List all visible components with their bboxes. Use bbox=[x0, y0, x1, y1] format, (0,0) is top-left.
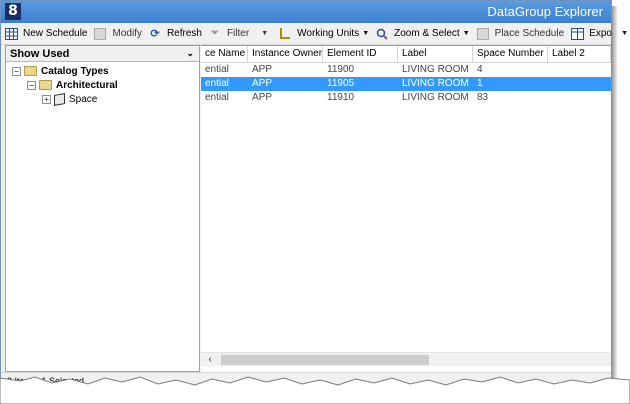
cell-element-id: 11905 bbox=[327, 78, 355, 89]
column-header-label[interactable]: Label bbox=[398, 46, 473, 62]
table-row-selected[interactable]: ential APP 11905 LIVING ROOM 1 bbox=[201, 77, 611, 91]
cell-element-id: 11910 bbox=[327, 92, 355, 103]
cell-label-2 bbox=[548, 91, 611, 105]
chevron-down-icon: ⌄ bbox=[186, 48, 194, 58]
export-icon bbox=[570, 27, 584, 41]
folder-icon bbox=[39, 80, 52, 90]
app-logo-icon[interactable]: 8 bbox=[5, 3, 21, 20]
refresh-button[interactable]: ⟳ Refresh bbox=[145, 24, 205, 44]
tree-node-architectural[interactable]: − Architectural bbox=[6, 78, 199, 92]
expand-icon[interactable]: + bbox=[42, 94, 51, 104]
refresh-icon: ⟳ bbox=[150, 28, 160, 40]
horizontal-scrollbar[interactable]: ‹ bbox=[201, 352, 611, 366]
show-used-dropdown[interactable]: Show Used ⌄ bbox=[6, 46, 199, 62]
grid-header: ce Name Instance Owner Element ID Label … bbox=[201, 46, 611, 63]
cell-space-name: ential bbox=[205, 92, 229, 103]
tree-node-catalog-types[interactable]: − Catalog Types bbox=[6, 64, 199, 78]
cell-element-id: 11900 bbox=[327, 64, 355, 75]
catalog-tree: − Catalog Types − Architectural + Space bbox=[6, 62, 199, 106]
cell-label: LIVING ROOM bbox=[402, 78, 469, 89]
cell-instance-owner: APP bbox=[252, 78, 273, 89]
cell-instance-owner: APP bbox=[252, 92, 273, 103]
working-units-label: Working Units bbox=[297, 28, 360, 39]
scroll-left-icon[interactable]: ‹ bbox=[203, 353, 217, 367]
working-units-dropdown-icon: ▼ bbox=[362, 30, 370, 37]
zoom-icon bbox=[375, 27, 389, 41]
column-header-space-name[interactable]: ce Name bbox=[201, 46, 248, 62]
filter-icon: ⏷ bbox=[210, 27, 220, 39]
window-shadow bbox=[612, 6, 618, 378]
toolbar: New Schedule Modify ⟳ Refresh ⏷ Filter ▼… bbox=[1, 23, 628, 45]
zoom-select-dropdown-icon: ▼ bbox=[462, 30, 470, 37]
modify-icon bbox=[93, 27, 107, 41]
column-header-label-2[interactable]: Label 2 bbox=[548, 46, 611, 62]
place-schedule-button[interactable]: Place Schedule bbox=[473, 24, 568, 44]
folder-icon bbox=[24, 66, 37, 76]
new-schedule-button[interactable]: New Schedule bbox=[1, 24, 90, 44]
data-grid: ce Name Instance Owner Element ID Label … bbox=[201, 45, 611, 372]
title-bar: 8 DataGroup Explorer bbox=[1, 1, 611, 23]
export-button[interactable]: Export ▼ bbox=[567, 24, 630, 44]
column-header-element-id[interactable]: Element ID bbox=[323, 46, 398, 62]
place-icon bbox=[476, 27, 490, 41]
cell-space-name: ential bbox=[205, 78, 229, 89]
column-header-instance-owner[interactable]: Instance Owner bbox=[248, 46, 323, 62]
modify-button[interactable]: Modify bbox=[90, 24, 144, 44]
cell-space-number: 83 bbox=[477, 92, 489, 103]
zoom-select-button[interactable]: Zoom & Select ▼ bbox=[372, 24, 473, 44]
cell-label-2 bbox=[548, 63, 611, 77]
datagroup-explorer-window: 8 DataGroup Explorer New Schedule Modify… bbox=[0, 0, 628, 392]
place-schedule-label: Place Schedule bbox=[494, 28, 565, 39]
units-icon bbox=[278, 27, 292, 41]
filter-button[interactable]: ⏷ Filter ▼ bbox=[205, 24, 271, 44]
cell-space-number: 4 bbox=[477, 64, 483, 75]
grid-icon bbox=[4, 27, 18, 41]
column-header-space-number[interactable]: Space Number bbox=[473, 46, 548, 62]
torn-edge-decoration bbox=[0, 376, 630, 404]
cell-space-number: 1 bbox=[477, 78, 483, 89]
tree-node-label: Space bbox=[69, 93, 98, 105]
scrollbar-thumb[interactable] bbox=[221, 355, 429, 365]
working-units-button[interactable]: Working Units ▼ bbox=[275, 24, 372, 44]
cell-space-name: ential bbox=[205, 64, 229, 75]
cell-label: LIVING ROOM bbox=[402, 92, 469, 103]
show-used-label: Show Used bbox=[10, 47, 70, 60]
table-row[interactable]: ential APP 11900 LIVING ROOM 4 bbox=[201, 63, 611, 77]
new-schedule-label: New Schedule bbox=[23, 28, 88, 39]
tree-node-label: Catalog Types bbox=[41, 65, 109, 77]
modify-label: Modify bbox=[112, 28, 142, 39]
table-row[interactable]: ential APP 11910 LIVING ROOM 83 bbox=[201, 91, 611, 105]
cell-instance-owner: APP bbox=[252, 64, 273, 75]
tree-pane: Show Used ⌄ − Catalog Types − Architectu… bbox=[5, 45, 200, 372]
window-title: DataGroup Explorer bbox=[487, 4, 603, 19]
zoom-select-label: Zoom & Select bbox=[394, 28, 460, 39]
collapse-icon[interactable]: − bbox=[12, 66, 21, 76]
tree-node-label: Architectural bbox=[56, 79, 118, 91]
export-dropdown-icon: ▼ bbox=[621, 30, 628, 37]
cell-label-2 bbox=[548, 77, 611, 91]
cell-label: LIVING ROOM bbox=[402, 64, 469, 75]
refresh-label: Refresh bbox=[166, 28, 202, 39]
tree-node-space[interactable]: + Space bbox=[6, 92, 199, 106]
filter-dropdown-icon: ▼ bbox=[261, 30, 269, 37]
filter-label: Filter bbox=[226, 28, 250, 39]
cube-icon bbox=[54, 92, 65, 106]
collapse-icon[interactable]: − bbox=[27, 80, 36, 90]
